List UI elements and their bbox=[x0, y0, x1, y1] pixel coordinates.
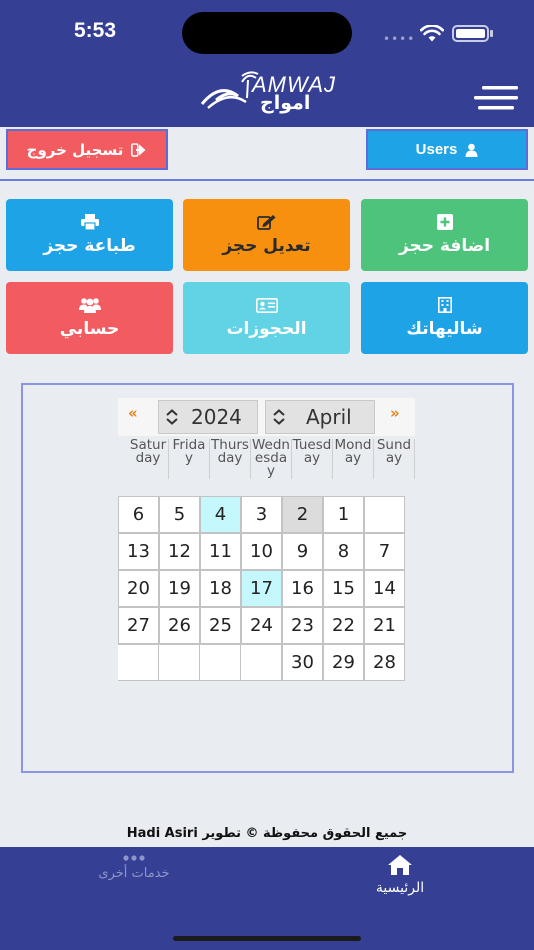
calendar-day[interactable]: 22 bbox=[323, 607, 364, 644]
calendar-day[interactable]: 24 bbox=[241, 607, 282, 644]
tile-label: تعديل حجز bbox=[222, 236, 311, 256]
weekday-label: Saturday bbox=[128, 438, 169, 479]
calendar-day[interactable]: 4 bbox=[200, 496, 241, 533]
tile-print-booking[interactable]: طباعة حجز bbox=[6, 199, 173, 271]
tab-home-label: الرئيسية bbox=[375, 880, 425, 896]
calendar-day[interactable]: 20 bbox=[118, 570, 159, 607]
tile-label: طباعة حجز bbox=[43, 236, 136, 256]
calendar-empty-cell bbox=[200, 644, 241, 681]
amwaj-logo: AMWAJ امواج bbox=[198, 70, 338, 116]
month-select[interactable]: April bbox=[265, 400, 375, 434]
print-icon bbox=[80, 214, 99, 230]
calendar-day[interactable]: 8 bbox=[323, 533, 364, 570]
tab-bar bbox=[0, 847, 534, 950]
calendar-next-button[interactable]: » bbox=[390, 404, 400, 422]
users-label: Users bbox=[415, 141, 458, 158]
tile-add-booking[interactable]: اضافة حجز bbox=[361, 199, 528, 271]
cellular-signal-icon: •••• bbox=[383, 32, 416, 46]
edit-icon bbox=[256, 215, 275, 230]
calendar-day[interactable]: 29 bbox=[323, 644, 364, 681]
calendar-empty-cell bbox=[364, 496, 405, 533]
calendar-day[interactable]: 11 bbox=[200, 533, 241, 570]
calendar-day[interactable]: 23 bbox=[282, 607, 323, 644]
tile-label: اضافة حجز bbox=[398, 236, 491, 256]
weekday-label: Wednesday bbox=[252, 437, 292, 479]
calendar-day[interactable]: 14 bbox=[364, 570, 405, 607]
calendar-day[interactable]: 3 bbox=[241, 496, 282, 533]
users-button[interactable]: Users bbox=[366, 129, 528, 170]
calendar-day[interactable]: 26 bbox=[159, 607, 200, 644]
wifi-icon bbox=[420, 25, 444, 42]
battery-icon bbox=[452, 25, 489, 42]
tab-more-services[interactable]: خدمات أخرى bbox=[88, 854, 180, 881]
year-value: 2024 bbox=[191, 405, 242, 429]
home-indicator bbox=[173, 936, 361, 941]
calendar-day[interactable]: 17 bbox=[241, 570, 282, 607]
tile-my-account[interactable]: حسابي bbox=[6, 282, 173, 354]
header-divider bbox=[0, 179, 534, 181]
calendar-empty-cell bbox=[118, 644, 159, 681]
weekday-label: Friday bbox=[169, 438, 210, 479]
calendar-empty-cell bbox=[241, 644, 282, 681]
calendar-day[interactable]: 9 bbox=[282, 533, 323, 570]
tab-more-label: خدمات أخرى bbox=[98, 866, 170, 881]
tile-my-chalets[interactable]: شاليهاتك bbox=[361, 282, 528, 354]
calendar-day[interactable]: 27 bbox=[118, 607, 159, 644]
weekday-label: Thursday bbox=[210, 438, 251, 479]
calendar-day[interactable]: 13 bbox=[118, 533, 159, 570]
calendar-day[interactable]: 12 bbox=[159, 533, 200, 570]
sign-out-icon bbox=[131, 142, 146, 157]
weekday-label: Tuesday bbox=[292, 438, 333, 479]
tile-label: حسابي bbox=[59, 319, 120, 339]
calendar-day[interactable]: 16 bbox=[282, 570, 323, 607]
calendar-day[interactable]: 10 bbox=[241, 533, 282, 570]
logo-text-arabic: امواج bbox=[260, 92, 311, 114]
tile-bookings[interactable]: الحجوزات bbox=[183, 282, 350, 354]
calendar-day[interactable]: 1 bbox=[323, 496, 364, 533]
calendar-day[interactable]: 18 bbox=[200, 570, 241, 607]
calendar-day[interactable]: 21 bbox=[364, 607, 405, 644]
calendar-day[interactable]: 19 bbox=[159, 570, 200, 607]
tile-edit-booking[interactable]: تعديل حجز bbox=[183, 199, 350, 271]
weekday-label: Monday bbox=[333, 438, 374, 479]
tile-label: شاليهاتك bbox=[406, 319, 483, 339]
year-select[interactable]: 2024 bbox=[158, 400, 258, 434]
camera-notch bbox=[182, 12, 352, 54]
select-arrows-icon bbox=[159, 409, 185, 425]
calendar-day[interactable]: 6 bbox=[118, 496, 159, 533]
select-arrows-icon bbox=[266, 409, 292, 425]
more-dots-icon bbox=[123, 855, 145, 861]
hamburger-icon[interactable] bbox=[474, 86, 518, 110]
id-card-icon bbox=[255, 297, 278, 313]
logout-label: تسجيل خروج bbox=[26, 140, 124, 159]
plus-square-icon bbox=[436, 214, 453, 230]
calendar-day[interactable]: 25 bbox=[200, 607, 241, 644]
calendar-prev-button[interactable]: « bbox=[128, 404, 138, 422]
copyright-text: جميع الحقوق محفوظة © تطوير Hadi Asiri bbox=[126, 826, 408, 841]
calendar-day[interactable]: 28 bbox=[364, 644, 405, 681]
month-value: April bbox=[306, 405, 352, 429]
calendar-day[interactable]: 5 bbox=[159, 496, 200, 533]
tile-label: الحجوزات bbox=[226, 318, 307, 339]
calendar-day[interactable]: 2 bbox=[282, 496, 323, 533]
calendar-empty-cell bbox=[159, 644, 200, 681]
building-icon bbox=[437, 297, 452, 313]
calendar-day[interactable]: 15 bbox=[323, 570, 364, 607]
calendar-day[interactable]: 7 bbox=[364, 533, 405, 570]
weekday-label: Sunday bbox=[374, 438, 415, 479]
home-icon bbox=[388, 855, 412, 875]
tab-home[interactable]: الرئيسية bbox=[362, 854, 438, 896]
user-icon bbox=[465, 143, 478, 157]
status-time: 5:53 bbox=[74, 19, 117, 42]
logout-button[interactable]: تسجيل خروج bbox=[6, 129, 168, 170]
users-icon bbox=[78, 298, 101, 313]
calendar-day[interactable]: 30 bbox=[282, 644, 323, 681]
